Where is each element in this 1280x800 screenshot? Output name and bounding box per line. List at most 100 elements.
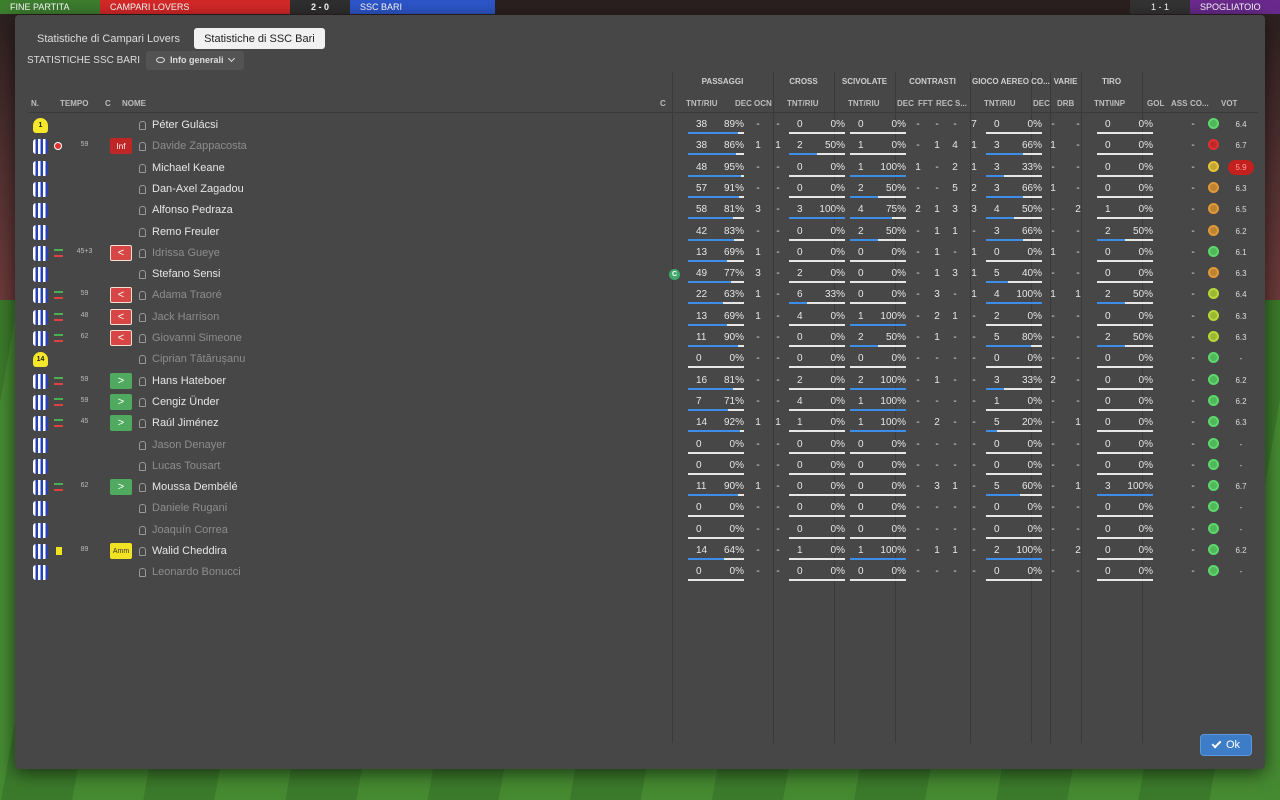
- subbed-off-badge: <: [110, 287, 132, 304]
- table-row[interactable]: 59 > Hans Hateboer 16 81% - -2 0% 2 100% -1- -3 33% 2…: [27, 371, 1257, 392]
- player-name[interactable]: Davide Zappacosta: [152, 140, 247, 152]
- player-name[interactable]: Moussa Dembélé: [152, 481, 238, 493]
- table-row[interactable]: Daniele Rugani 0 0% - -0 0% 0 0% - - - -0 0% - -0 0% - -: [27, 498, 1257, 519]
- player-name[interactable]: Adama Traoré: [152, 289, 222, 301]
- ok-button[interactable]: Ok: [1200, 734, 1252, 756]
- col-c[interactable]: C: [105, 99, 111, 108]
- table-row[interactable]: 59 < Adama Traoré 22 63% 1-6 33% 0 0% -3-1 4 100% 1 1…: [27, 285, 1257, 306]
- table-row[interactable]: 59 Inf Davide Zappacosta 38 86% 1 1 2 50% 1 0% -1 4 1…: [27, 136, 1257, 157]
- air-bar: [986, 174, 1042, 177]
- player-name[interactable]: Alfonso Pedraza: [152, 204, 233, 216]
- cross-ratio: 0%: [830, 417, 845, 429]
- col-air-tnt[interactable]: TNT/RIU: [984, 99, 1016, 108]
- player-name[interactable]: Stefano Sensi: [152, 268, 221, 280]
- end-match-button[interactable]: FINE PARTITA: [0, 0, 100, 14]
- player-name[interactable]: Péter Gulácsi: [152, 119, 218, 131]
- col-pass-tnt[interactable]: TNT/RIU: [686, 99, 718, 108]
- player-name[interactable]: Ciprian Tătărușanu: [152, 353, 245, 365]
- table-row[interactable]: Joaquín Correa 0 0% - -0 0% 0 0% - - - -0 0% - -0 0% - -: [27, 520, 1257, 541]
- player-name[interactable]: Giovanni Simeone: [152, 332, 242, 344]
- table-row[interactable]: Michael Keane 48 95% - -0 0% 1 100% 1-2 1 3 33% - -0 0…: [27, 158, 1257, 179]
- player-name[interactable]: Leonardo Bonucci: [152, 566, 241, 578]
- stat-codec: -: [1051, 459, 1055, 471]
- tab-away-stats[interactable]: Statistiche di SSC Bari: [194, 28, 325, 49]
- shot-ratio: 0%: [1138, 417, 1153, 429]
- player-name[interactable]: Jason Denayer: [152, 439, 226, 451]
- table-row[interactable]: Jason Denayer 0 0% - -0 0% 0 0% - - - -0 0% - -0 0% - -: [27, 435, 1257, 456]
- tab-home-stats[interactable]: Statistiche di Campari Lovers: [27, 28, 190, 49]
- col-shot-tnt[interactable]: TNT\INP: [1094, 99, 1125, 108]
- pass-bar-fill: [688, 558, 724, 560]
- col-co[interactable]: CO...: [1190, 99, 1209, 108]
- cross-bar: [789, 558, 845, 560]
- player-name[interactable]: Joaquín Correa: [152, 524, 228, 536]
- col-vot[interactable]: VOT: [1221, 99, 1237, 108]
- table-row[interactable]: 59 > Cengiz Ünder 7 71% - -4 0% 1 100% - - - -1 0% - -0 0…: [27, 392, 1257, 413]
- pass-bar: [688, 472, 744, 475]
- table-row[interactable]: 14 Ciprian Tătărușanu 0 0% - -0 0% 0 0% - - - -0 0% - -…: [27, 349, 1257, 370]
- table-row[interactable]: 89 Amm Walid Cheddira 14 64% - -1 0% 1 100% -1 1-2 1…: [27, 541, 1257, 562]
- injury-icon: [54, 142, 62, 151]
- table-row[interactable]: 45+3 < Idrissa Gueye 13 69% 1-0 0% 0 0% -1-1 0 0% 1-…: [27, 243, 1257, 264]
- col-cont-dec[interactable]: DEC: [897, 99, 914, 108]
- col-ass[interactable]: ASS: [1171, 99, 1187, 108]
- table-row[interactable]: Dan-Axel Zagadou 57 91% - -0 0% 2 50% - -5 2 3 66% 1-…: [27, 179, 1257, 200]
- table-row[interactable]: 48 < Jack Harrison 13 69% 1-4 0% 1 100% -2 1-2 0% - -…: [27, 307, 1257, 328]
- tack-attempts: 0: [858, 246, 864, 258]
- col-cont-s[interactable]: S...: [955, 99, 967, 108]
- stat-dec: 1: [755, 140, 761, 152]
- player-name[interactable]: Lucas Tousart: [152, 460, 220, 472]
- morale-heart-icon: [1205, 435, 1222, 451]
- table-row[interactable]: 62 > Moussa Dembélé 11 90% 1-0 0% 0 0% -3 1-5 60% -1…: [27, 477, 1257, 498]
- stat-fft: 2: [934, 417, 940, 429]
- cross-bar: [789, 515, 845, 518]
- player-name[interactable]: Daniele Rugani: [152, 502, 227, 514]
- cross-attempts: 0: [797, 225, 803, 237]
- col-tackle-tnt[interactable]: TNT/RIU: [848, 99, 880, 108]
- air-ratio: 66%: [1021, 182, 1042, 194]
- table-row[interactable]: 62 < Giovanni Simeone 11 90% - -0 0% 2 50% -1- -5 80…: [27, 328, 1257, 349]
- col-cont-rec[interactable]: REC: [936, 99, 953, 108]
- player-picture-icon: [139, 270, 146, 280]
- table-row[interactable]: Alfonso Pedraza 58 81% 3-3 100% 4 75% 2 1 3 3 4 50% -…: [27, 200, 1257, 221]
- player-name[interactable]: Dan-Axel Zagadou: [152, 183, 244, 195]
- stat-rec: -: [953, 502, 957, 514]
- player-name[interactable]: Michael Keane: [152, 162, 225, 174]
- shot-attempts: 0: [1105, 140, 1111, 152]
- table-row[interactable]: Remo Freuler 42 83% - -0 0% 2 50% -1 1-3 66% - -2 50%…: [27, 222, 1257, 243]
- col-pass-ocn[interactable]: OCN: [754, 99, 772, 108]
- table-row[interactable]: Stefano Sensi C 49 77% 3-2 0% 0 0% -1 3 1 5 40% - -0 0%…: [27, 264, 1257, 285]
- col-number[interactable]: N.: [31, 99, 39, 108]
- air-attempts: 3: [994, 182, 1000, 194]
- col-pass-dec[interactable]: DEC: [735, 99, 752, 108]
- table-row[interactable]: Leonardo Bonucci 0 0% - -0 0% 0 0% - - - -0 0% - -0 0% -…: [27, 562, 1257, 583]
- shirt-icon: [33, 437, 48, 453]
- table-row[interactable]: 45 > Raúl Jiménez 14 92% 1 1 1 0% 1 100% -2- -5 20% -1…: [27, 413, 1257, 434]
- table-row[interactable]: 1 Péter Gulácsi 38 89% - -0 0% 0 0% - - -7 0 0% - -0 0% -…: [27, 115, 1257, 136]
- col-gol[interactable]: GOL: [1147, 99, 1164, 108]
- col-cont-fft[interactable]: FFT: [918, 99, 933, 108]
- dressing-room-button[interactable]: SPOGLIATOIO: [1190, 0, 1280, 14]
- col-drb[interactable]: DRB: [1057, 99, 1074, 108]
- player-name[interactable]: Hans Hateboer: [152, 375, 226, 387]
- player-name[interactable]: Walid Cheddira: [152, 545, 227, 557]
- table-row[interactable]: Lucas Tousart 0 0% - -0 0% 0 0% - - - -0 0% - -0 0% - -: [27, 456, 1257, 477]
- player-name[interactable]: Remo Freuler: [152, 226, 219, 238]
- col-cross-tnt[interactable]: TNT/RIU: [787, 99, 819, 108]
- col-captain[interactable]: C: [660, 99, 666, 108]
- pass-attempts: 49: [696, 268, 708, 280]
- player-name[interactable]: Cengiz Ünder: [152, 396, 219, 408]
- col-co-dec[interactable]: DEC: [1033, 99, 1050, 108]
- player-name[interactable]: Idrissa Gueye: [152, 247, 220, 259]
- col-time[interactable]: TEMPO: [60, 99, 88, 108]
- cross-bar: [789, 451, 845, 454]
- player-name[interactable]: Raúl Jiménez: [152, 417, 219, 429]
- player-name[interactable]: Jack Harrison: [152, 311, 219, 323]
- air-bar: [986, 259, 1042, 262]
- cross-attempts: 2: [797, 140, 803, 152]
- pass-bar: [688, 387, 744, 390]
- pass-ratio: 0%: [729, 438, 744, 450]
- col-name[interactable]: NOME: [122, 99, 146, 108]
- view-dropdown[interactable]: Info generali: [145, 50, 244, 70]
- shirt-icon: [33, 224, 48, 240]
